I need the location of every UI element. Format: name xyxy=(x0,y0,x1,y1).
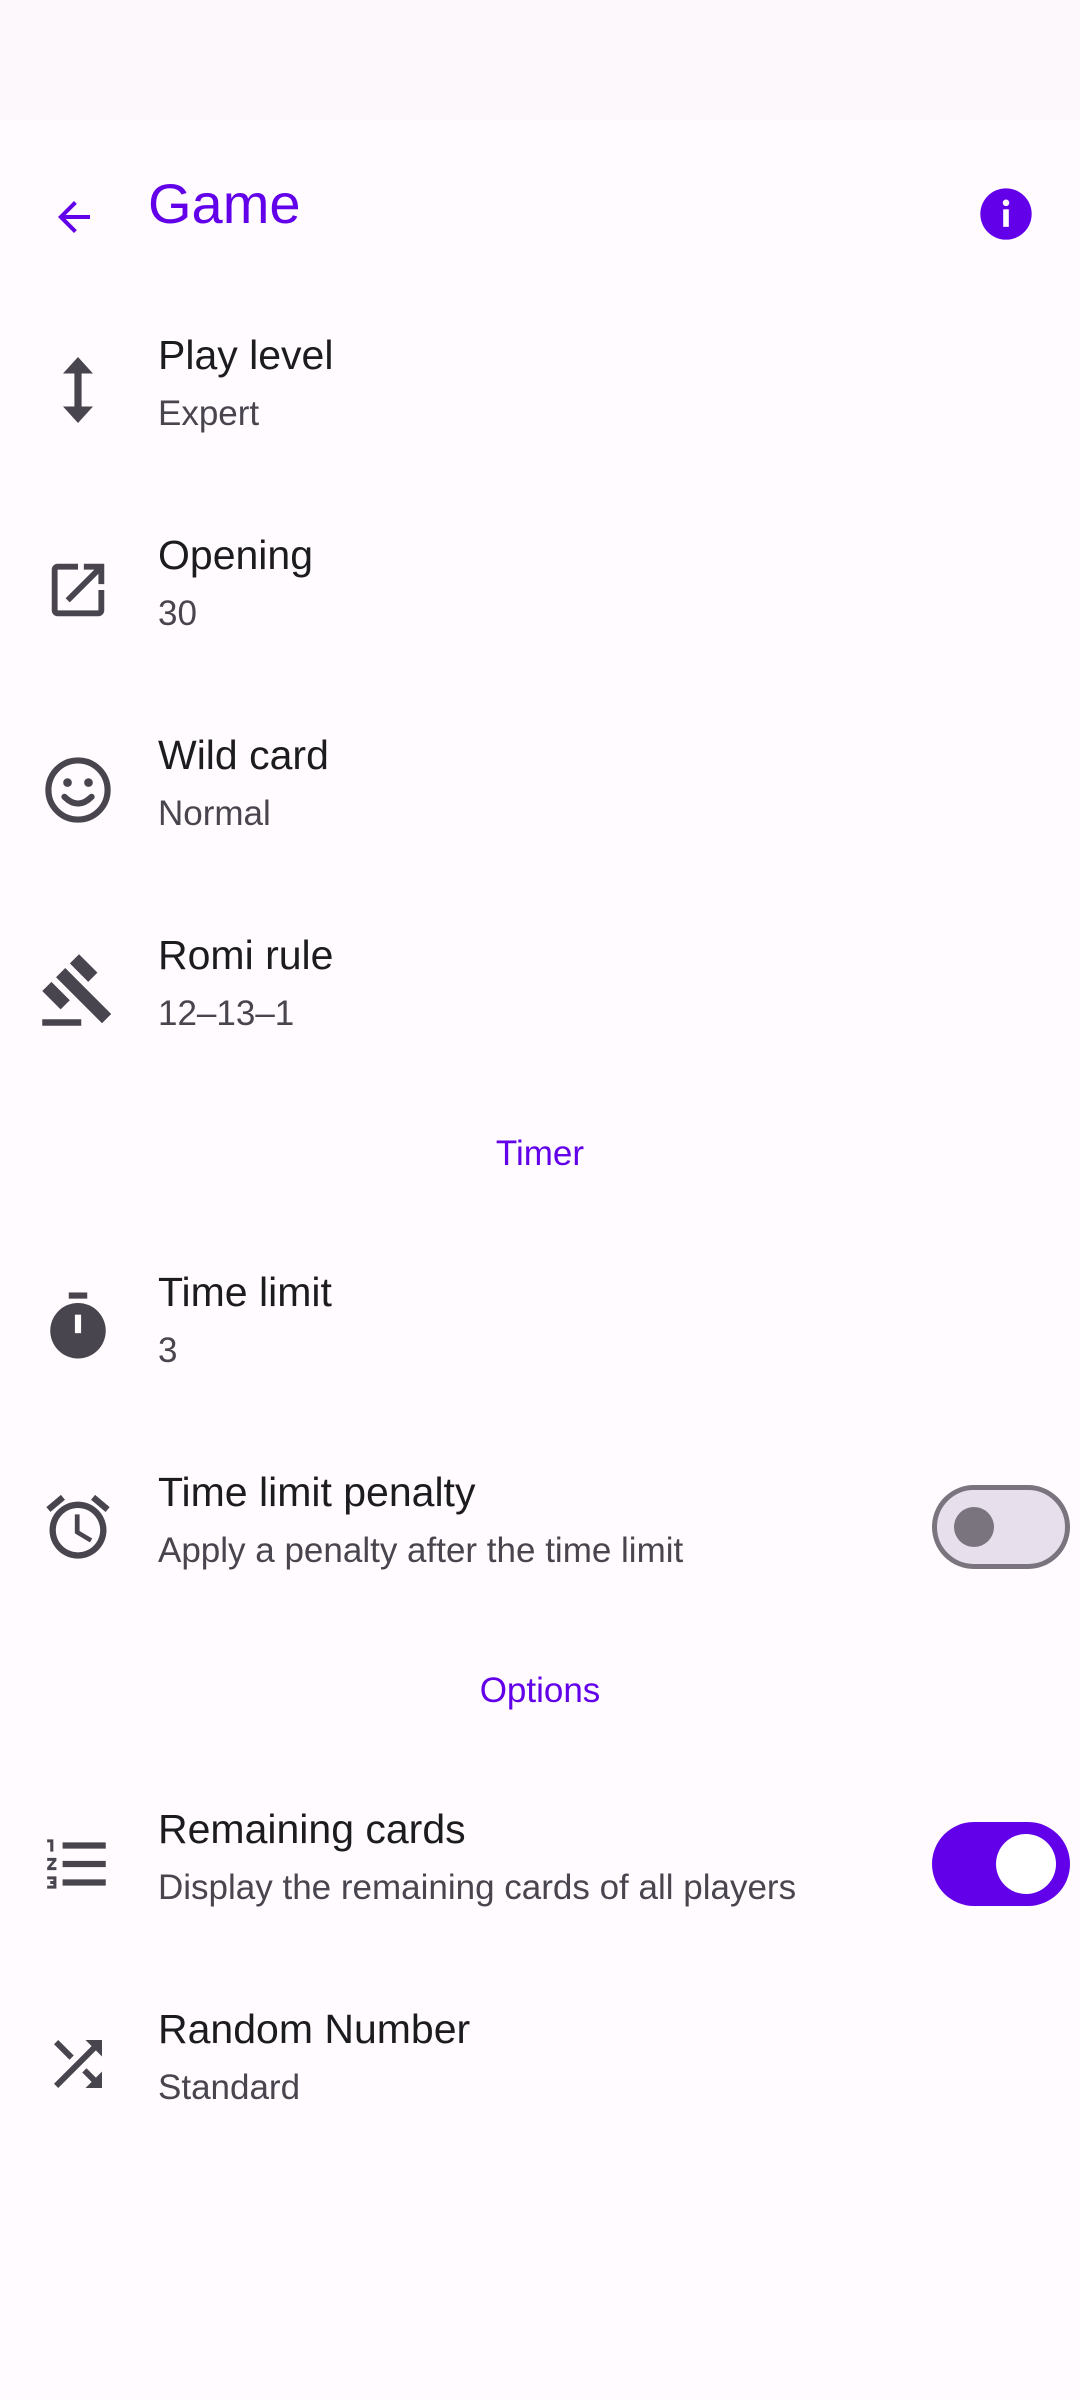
setting-romi-rule[interactable]: Romi rule 12–13–1 xyxy=(0,890,1080,1090)
smiley-face-icon xyxy=(45,757,111,823)
setting-summary: Display the remaining cards of all playe… xyxy=(158,1868,797,1907)
setting-title: Play level xyxy=(158,332,334,378)
back-button[interactable] xyxy=(35,178,113,256)
setting-remaining-cards[interactable]: Remaining cards Display the remaining ca… xyxy=(0,1764,1080,1964)
section-header-timer: Timer xyxy=(495,1134,585,1173)
timer-icon xyxy=(50,1292,106,1359)
status-bar xyxy=(0,0,1080,120)
arrow-back-icon xyxy=(58,201,90,233)
section-header-options: Options xyxy=(479,1671,601,1710)
setting-title: Random Number xyxy=(158,2006,471,2052)
setting-wild-card[interactable]: Wild card Normal xyxy=(0,690,1080,890)
numbered-list-icon xyxy=(47,1839,106,1889)
setting-opening[interactable]: Opening 30 xyxy=(0,490,1080,690)
setting-title: Opening xyxy=(158,532,314,578)
setting-title: Wild card xyxy=(158,732,329,778)
setting-summary: Standard xyxy=(158,2068,301,2107)
switch-thumb xyxy=(996,1834,1056,1894)
switch-track xyxy=(932,1485,1070,1569)
setting-time-limit-penalty[interactable]: Time limit penalty Apply a penalty after… xyxy=(0,1427,1080,1627)
swap-vertical-icon xyxy=(63,357,93,423)
setting-summary: Normal xyxy=(158,794,271,833)
open-in-new-icon xyxy=(51,563,105,617)
setting-summary: 12–13–1 xyxy=(158,994,295,1033)
info-icon xyxy=(980,188,1032,240)
info-button[interactable] xyxy=(966,174,1046,254)
setting-play-level[interactable]: Play level Expert xyxy=(0,290,1080,490)
shuffle-icon xyxy=(54,2040,102,2088)
time-limit-penalty-switch[interactable] xyxy=(932,1485,1070,1569)
remaining-cards-switch[interactable] xyxy=(932,1822,1070,1906)
switch-thumb xyxy=(954,1507,994,1547)
setting-random-number[interactable]: Random Number Standard xyxy=(0,1964,1080,2164)
alarm-icon xyxy=(46,1494,110,1559)
setting-title: Romi rule xyxy=(158,932,334,978)
setting-summary: 30 xyxy=(158,594,197,633)
setting-summary: Expert xyxy=(158,394,260,433)
setting-title: Remaining cards xyxy=(158,1806,466,1852)
setting-summary: 3 xyxy=(158,1331,178,1370)
page-title: Game xyxy=(148,172,301,235)
setting-time-limit[interactable]: Time limit 3 xyxy=(0,1227,1080,1427)
setting-title: Time limit penalty xyxy=(158,1469,476,1515)
setting-title: Time limit xyxy=(158,1269,332,1315)
app-bar: Game xyxy=(0,120,1080,290)
setting-summary: Apply a penalty after the time limit xyxy=(158,1531,684,1570)
gavel-icon xyxy=(42,954,112,1026)
